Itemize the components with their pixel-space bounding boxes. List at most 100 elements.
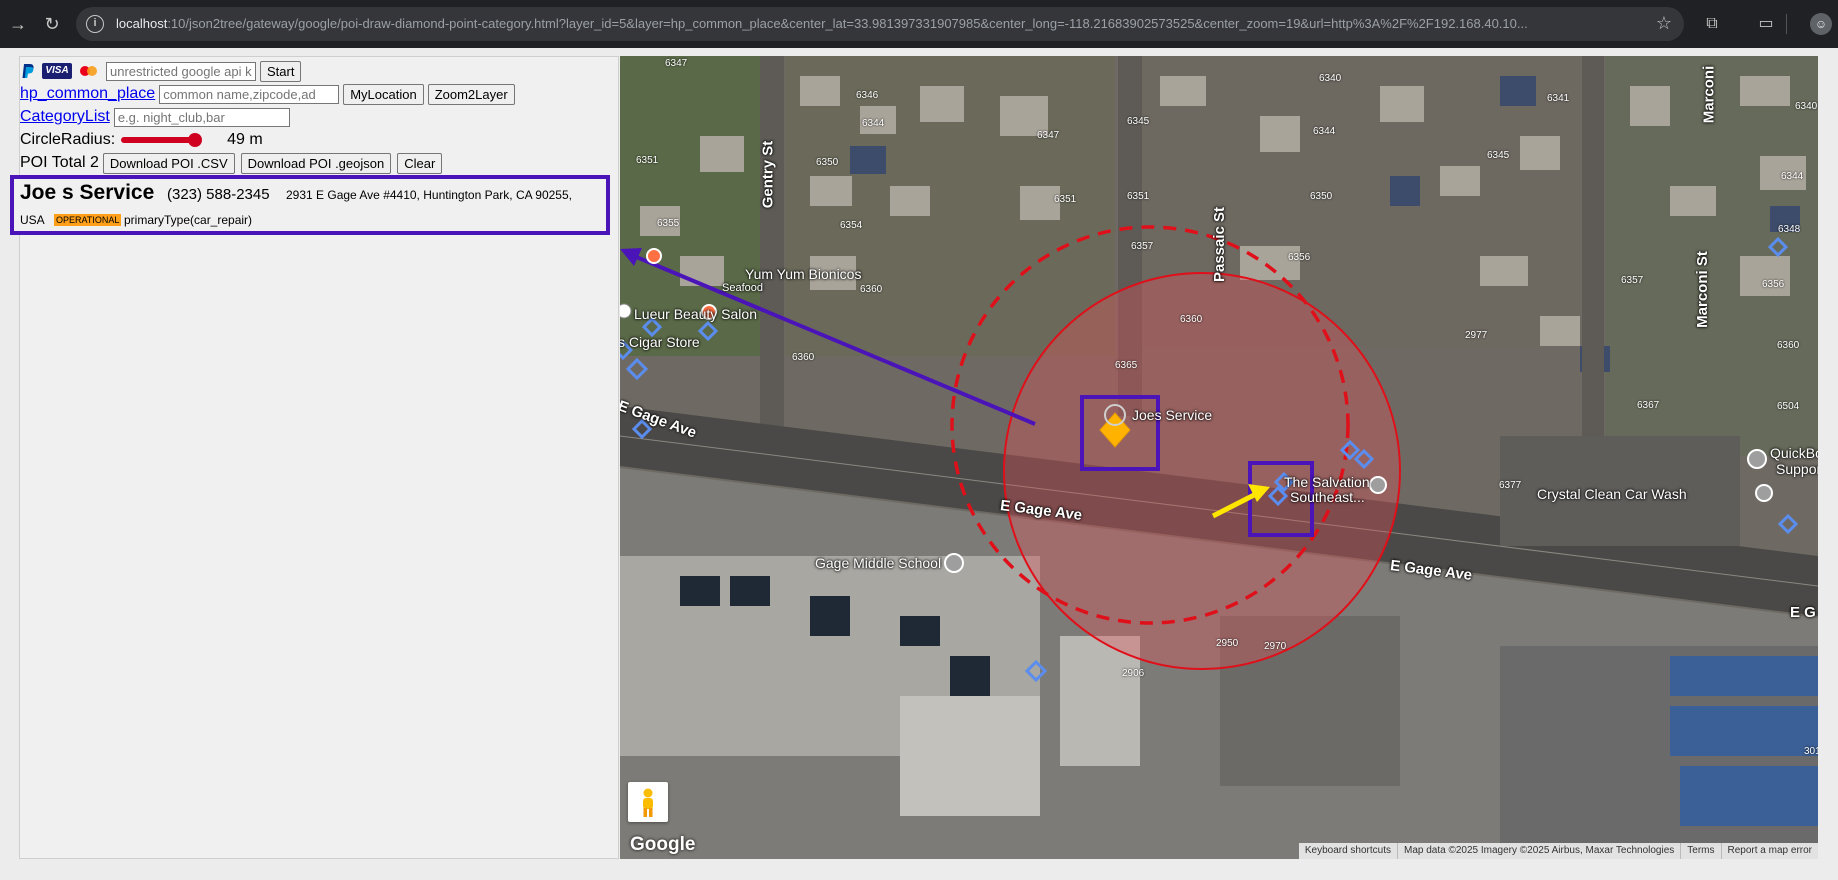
place-search-input[interactable] — [159, 84, 340, 104]
forward-icon[interactable]: → — [6, 12, 30, 36]
my-location-button[interactable]: MyLocation — [343, 83, 424, 105]
parcel-number: 6360 — [860, 284, 883, 295]
download-geojson-button[interactable]: Download POI .geojson — [240, 152, 392, 174]
start-button[interactable]: Start — [260, 60, 302, 82]
parcel-number: 301 — [1804, 746, 1818, 757]
map-label-lueur[interactable]: Lueur Beauty Salon — [634, 306, 757, 322]
map-data-credit: Map data ©2025 Imagery ©2025 Airbus, Max… — [1397, 843, 1680, 859]
parcel-number: 2950 — [1216, 638, 1239, 649]
api-key-row: VISA Start — [20, 60, 302, 82]
clear-button[interactable]: Clear — [397, 152, 443, 174]
poi-address: 2931 E Gage Ave #4410, Huntington Park, … — [286, 188, 572, 202]
parcel-number: 6355 — [657, 218, 680, 229]
map-imagery — [620, 56, 1818, 859]
sidebar-icon[interactable]: ▭ — [1754, 12, 1778, 36]
satellite-map[interactable]: Yum Yum Bionicos Seafood Lueur Beauty Sa… — [620, 56, 1818, 859]
street-gage-edge: E G — [1790, 604, 1816, 621]
parcel-number: 6360 — [792, 352, 815, 363]
radius-value: 49 m — [227, 131, 263, 148]
parcel-number: 6341 — [1547, 93, 1570, 104]
map-label-cigar-store[interactable]: s Cigar Store — [620, 334, 700, 350]
parcel-number: 6344 — [1313, 126, 1336, 137]
parcel-number: 6351 — [636, 155, 659, 166]
parcel-number: 6365 — [1115, 360, 1138, 371]
parcel-number: 6360 — [1180, 314, 1203, 325]
parcel-number: 6344 — [862, 118, 885, 129]
terms-link[interactable]: Terms — [1680, 843, 1720, 859]
map-label-car-wash[interactable]: Crystal Clean Car Wash — [1537, 486, 1687, 502]
address-bar[interactable]: i localhost:10/json2tree/gateway/google/… — [76, 7, 1684, 41]
url-host: localhost — [116, 16, 168, 31]
street-view-pegman-icon[interactable] — [628, 782, 668, 822]
bookmark-star-icon[interactable]: ☆ — [1656, 13, 1672, 34]
map-label-quickbo[interactable]: QuickBo — [1770, 445, 1818, 461]
poi-name: Joe s Service — [20, 181, 155, 204]
parcel-number: 6345 — [1487, 150, 1510, 161]
poi-actions-row: POI Total 2 Download POI .CSV Download P… — [20, 152, 443, 174]
radius-slider[interactable] — [121, 132, 221, 148]
parcel-number: 6345 — [1127, 116, 1150, 127]
parcel-number: 6348 — [1778, 224, 1801, 235]
poi-status-badge: OPERATIONAL — [54, 214, 122, 226]
parcel-number: 6344 — [1781, 171, 1804, 182]
radius-row: CircleRadius: 49 m — [20, 129, 263, 151]
map-label-seafood[interactable]: Seafood — [722, 282, 763, 294]
url-path: :10/json2tree/gateway/google/poi-draw-di… — [167, 16, 1528, 31]
parcel-number: 6350 — [816, 157, 839, 168]
poi-country: USA — [20, 213, 45, 227]
browser-toolbar: → ↻ i localhost:10/json2tree/gateway/goo… — [0, 0, 1838, 48]
street-marconi-top: Marconi — [1700, 65, 1718, 124]
mastercard-icon[interactable] — [78, 63, 100, 79]
map-attribution: Keyboard shortcuts Map data ©2025 Imager… — [1298, 843, 1818, 859]
parcel-number: 6356 — [1762, 279, 1785, 290]
poi-info-card[interactable]: Joe s Service (323) 588-2345 2931 E Gage… — [10, 175, 610, 235]
parcel-number: 6347 — [665, 58, 688, 69]
parcel-number: 2906 — [1122, 668, 1145, 679]
street-passaic: Passaic St — [1211, 206, 1229, 283]
parcel-number: 6340 — [1795, 101, 1818, 112]
parcel-number: 6351 — [1054, 194, 1077, 205]
toolbar-divider — [1786, 14, 1788, 34]
profile-avatar-icon[interactable]: ☺ — [1810, 13, 1832, 35]
keyboard-shortcuts-link[interactable]: Keyboard shortcuts — [1299, 843, 1397, 859]
paypal-icon[interactable] — [20, 63, 36, 79]
parcel-number: 6347 — [1037, 130, 1060, 141]
street-marconi: Marconi St — [1693, 251, 1711, 328]
report-error-link[interactable]: Report a map error — [1720, 843, 1818, 859]
parcel-number: 6346 — [856, 90, 879, 101]
download-csv-button[interactable]: Download POI .CSV — [102, 152, 235, 174]
map-label-suppor[interactable]: Suppor — [1776, 461, 1818, 477]
zoom-to-layer-button[interactable]: Zoom2Layer — [427, 83, 515, 105]
map-label-southeast[interactable]: Southeast... — [1290, 489, 1365, 505]
google-logo: Google — [630, 834, 696, 855]
map-label-salvation[interactable]: The Salvation — [1284, 474, 1370, 490]
url-text[interactable]: localhost:10/json2tree/gateway/google/po… — [116, 16, 1616, 31]
category-row: CategoryList — [20, 106, 290, 128]
map-label-gage-middle-school[interactable]: Gage Middle School — [815, 555, 941, 571]
visa-icon[interactable]: VISA — [42, 63, 72, 79]
radius-label: CircleRadius: — [20, 131, 116, 148]
parcel-number: 6340 — [1319, 73, 1342, 84]
map-label-yum-yum[interactable]: Yum Yum Bionicos — [745, 266, 861, 282]
parcel-number: 6357 — [1131, 241, 1154, 252]
parcel-number: 6504 — [1777, 401, 1800, 412]
extensions-icon[interactable]: ⧉ — [1700, 12, 1724, 36]
poi-phone: (323) 588-2345 — [167, 186, 270, 203]
api-key-input[interactable] — [106, 61, 256, 81]
parcel-number: 6360 — [1777, 340, 1800, 351]
layer-row: hp_common_place MyLocation Zoom2Layer — [20, 83, 515, 105]
parcel-number: 6356 — [1288, 252, 1311, 263]
parcel-number: 2970 — [1264, 641, 1287, 652]
parcel-number: 6367 — [1637, 400, 1660, 411]
parcel-number: 6350 — [1310, 191, 1333, 202]
layer-link[interactable]: hp_common_place — [20, 85, 155, 103]
parcel-number: 6351 — [1127, 191, 1150, 202]
map-label-joes-service[interactable]: Joes Service — [1132, 407, 1212, 423]
category-input[interactable] — [113, 107, 290, 127]
site-info-icon[interactable]: i — [86, 15, 104, 33]
reload-icon[interactable]: ↻ — [40, 12, 64, 36]
parcel-number: 6357 — [1621, 275, 1644, 286]
radius-slider-thumb[interactable] — [188, 133, 203, 147]
category-list-link[interactable]: CategoryList — [20, 108, 110, 126]
parcel-number: 6354 — [840, 220, 863, 231]
